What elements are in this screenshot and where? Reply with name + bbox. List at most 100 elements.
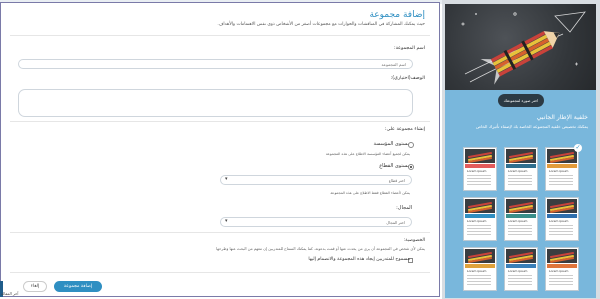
- thumbnail-image: [506, 249, 536, 263]
- privacy-label: الخصوصية:: [403, 238, 425, 243]
- thumbnail-image: [465, 149, 495, 163]
- thumbnail-text-line: [549, 281, 573, 282]
- sector-level-radio[interactable]: [408, 164, 414, 170]
- field-select-value: اختر المجال: [386, 220, 405, 225]
- sector-level-title: مستوى القطاع: [379, 163, 410, 169]
- thumbnail-text-line: [467, 181, 491, 182]
- thumbnail-text-line: [549, 228, 573, 229]
- thumbnail-text-line: [467, 178, 491, 179]
- background-thumbnail[interactable]: Lorem ipsum: [545, 247, 579, 291]
- thumbnail-title: Lorem ipsum: [467, 169, 487, 173]
- thumbnail-text-line: [549, 234, 573, 235]
- thumbnail-text-line: [549, 181, 573, 182]
- background-thumbnail[interactable]: Lorem ipsum: [504, 147, 538, 191]
- thumbnail-text-line: [549, 175, 573, 176]
- thumbnail-image: [465, 199, 495, 213]
- chevron-down-icon: ▾: [225, 176, 228, 182]
- background-thumbnail[interactable]: Lorem ipsum: [504, 247, 538, 291]
- thumbnail-text-line: [508, 231, 532, 232]
- thumbnail-color-band: [547, 214, 577, 218]
- group-name-label: اسم المجموعة:: [393, 46, 425, 51]
- page-subtitle: حيث يمكنك المشاركة في المناقشات والحوارا…: [217, 22, 425, 27]
- thumbnail-image: [547, 199, 577, 213]
- thumbnail-title: Lorem ipsum: [508, 169, 528, 173]
- add-group-button[interactable]: إضافة مجموعة: [54, 281, 102, 292]
- background-thumbnail[interactable]: Lorem ipsum: [463, 197, 497, 241]
- thumbnail-text-line: [508, 178, 532, 179]
- page: إضافة مجموعة حيث يمكنك المشاركة في المنا…: [0, 0, 600, 299]
- divider: [10, 232, 430, 233]
- divider: [10, 272, 430, 273]
- chevron-down-icon: ▾: [225, 218, 228, 224]
- thumbnail-text-line: [508, 234, 532, 235]
- thumbnail-color-band: [506, 164, 536, 168]
- thumbnail-text-line: [467, 231, 491, 232]
- thumbnail-color-band: [506, 214, 536, 218]
- background-thumbnail[interactable]: Lorem ipsum: [545, 197, 579, 241]
- sector-desc: يمكن لأعضاء القطاع فقط الاطلاع على هذه ا…: [330, 191, 410, 195]
- thumbnail-text-line: [508, 228, 532, 229]
- cancel-button[interactable]: إلغاء: [23, 281, 47, 292]
- thumbnail-text-line: [549, 275, 573, 276]
- field-label: المجال:: [396, 205, 412, 211]
- thumbnail-text-line: [508, 184, 532, 185]
- sector-select-value: اختر قطاع: [388, 178, 405, 183]
- thumbnail-text-line: [467, 275, 491, 276]
- background-desc: يمكنك تخصيص خلفية المجموعة الخاصة بك لإض…: [475, 124, 588, 129]
- institution-level-radio[interactable]: [408, 142, 414, 148]
- field-select[interactable]: اختر المجال ▾: [220, 217, 412, 227]
- thumbnail-text-line: [467, 228, 491, 229]
- thumbnail-image: [506, 199, 536, 213]
- thumbnail-title: Lorem ipsum: [508, 219, 528, 223]
- thumbnail-text-line: [549, 278, 573, 279]
- thumbnail-title: Lorem ipsum: [549, 269, 569, 273]
- thumbnail-title: Lorem ipsum: [549, 169, 569, 173]
- background-thumbnail[interactable]: Lorem ipsum: [463, 147, 497, 191]
- thumbnail-text-line: [508, 225, 532, 226]
- thumbnail-text-line: [467, 175, 491, 176]
- choose-image-button[interactable]: اختر صورة لمجموعتك: [498, 94, 544, 107]
- thumbnail-text-line: [467, 278, 491, 279]
- thumbnail-text-line: [549, 231, 573, 232]
- description-textarea[interactable]: [18, 89, 413, 117]
- background-thumbnail[interactable]: Lorem ipsum: [463, 247, 497, 291]
- thumbnail-title: Lorem ipsum: [508, 269, 528, 273]
- create-on-label: إنشاء مجموعة على:: [384, 127, 425, 132]
- thumbnail-text-line: [467, 281, 491, 282]
- privacy-checkbox-label: مسموح للمتدربين إيجاد هذه المجموعة والان…: [308, 257, 410, 262]
- institution-level-desc: يمكن لجميع أعضاء المؤسسة الاطلاع على هذه…: [325, 152, 410, 156]
- thumbnail-image: [506, 149, 536, 163]
- thumbnail-color-band: [465, 264, 495, 268]
- thumbnail-color-band: [547, 264, 577, 268]
- background-thumbnail[interactable]: Lorem ipsum: [545, 147, 579, 191]
- page-title: إضافة مجموعة: [369, 10, 425, 20]
- sector-select[interactable]: اختر قطاع ▾: [220, 175, 412, 185]
- thumbnail-text-line: [508, 181, 532, 182]
- thumbnail-text-line: [508, 281, 532, 282]
- thumbnail-text-line: [508, 175, 532, 176]
- thumbnail-text-line: [467, 234, 491, 235]
- thumbnail-text-line: [549, 284, 573, 285]
- thumbnail-text-line: [467, 184, 491, 185]
- thumbnail-text-line: [508, 284, 532, 285]
- add-group-form: إضافة مجموعة حيث يمكنك المشاركة في المنا…: [0, 0, 440, 299]
- institution-level-title: مستوى المؤسسة: [373, 141, 410, 147]
- thumbnail-text-line: [549, 178, 573, 179]
- thumbnail-color-band: [465, 164, 495, 168]
- selected-check-icon: ✓: [574, 144, 582, 152]
- rocket-illustration: [461, 11, 586, 85]
- background-thumbnail[interactable]: Lorem ipsum: [504, 197, 538, 241]
- group-name-input[interactable]: [18, 59, 413, 69]
- corner-text: آخر المقالة: [1, 291, 19, 296]
- thumbnail-color-band: [547, 164, 577, 168]
- description-label: الوصف(اختياري):: [390, 76, 425, 81]
- thumbnail-title: Lorem ipsum: [467, 269, 487, 273]
- thumbnail-text-line: [508, 275, 532, 276]
- background-title: خلفية الإطار الجانبي: [536, 114, 588, 121]
- thumbnail-text-line: [508, 278, 532, 279]
- thumbnail-image: [547, 149, 577, 163]
- privacy-desc: يمكن لأي شخص في المجموعة أن يرى من يحدث …: [216, 246, 425, 251]
- thumbnail-text-line: [467, 225, 491, 226]
- group-cover-image: [445, 4, 596, 90]
- thumbnail-text-line: [549, 225, 573, 226]
